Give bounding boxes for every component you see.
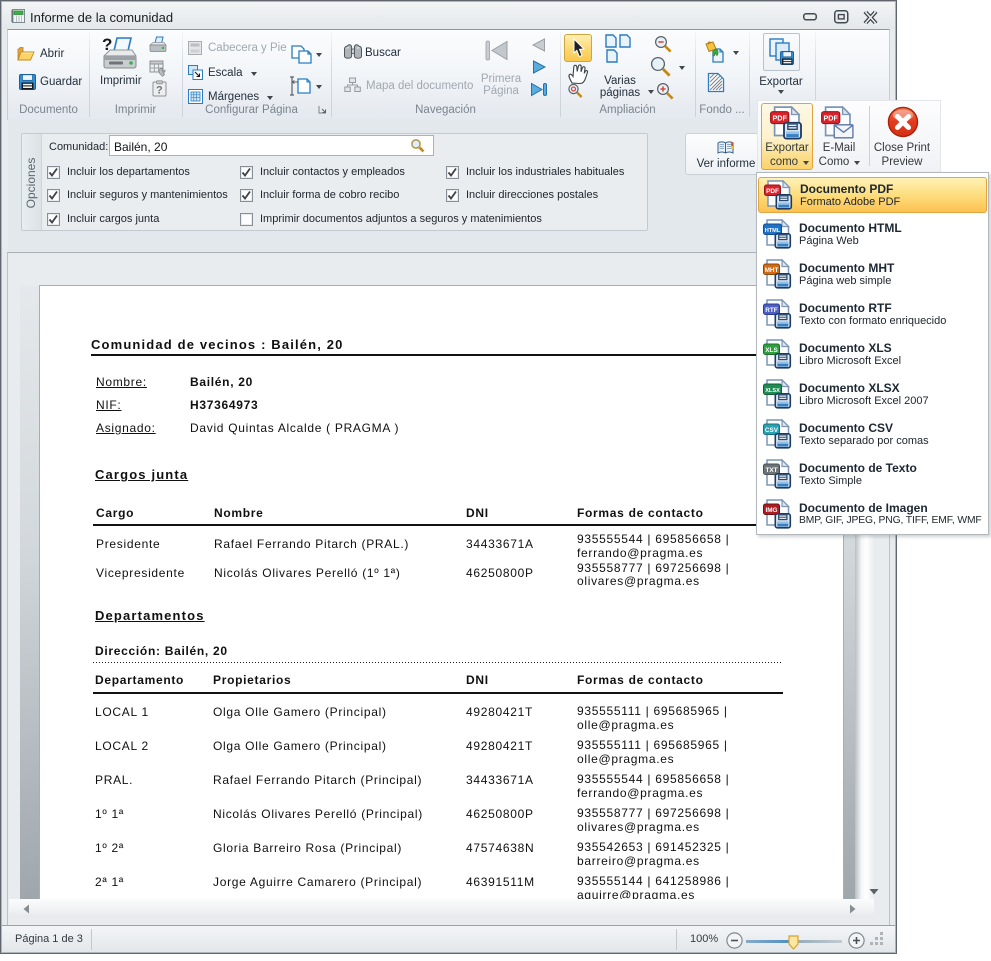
- svg-text:MHT: MHT: [765, 267, 779, 274]
- svg-text:CSV: CSV: [765, 427, 779, 434]
- svg-text:PDF: PDF: [766, 188, 779, 195]
- svg-text:?: ?: [156, 85, 163, 97]
- svg-text:TXT: TXT: [765, 467, 777, 474]
- svg-text:IMG: IMG: [765, 507, 777, 514]
- svg-text:PDF: PDF: [823, 114, 838, 123]
- svg-text:RTF: RTF: [765, 307, 778, 314]
- svg-text:XLS: XLS: [765, 347, 778, 354]
- svg-text:?: ?: [102, 36, 112, 54]
- svg-text:PDF: PDF: [772, 114, 787, 123]
